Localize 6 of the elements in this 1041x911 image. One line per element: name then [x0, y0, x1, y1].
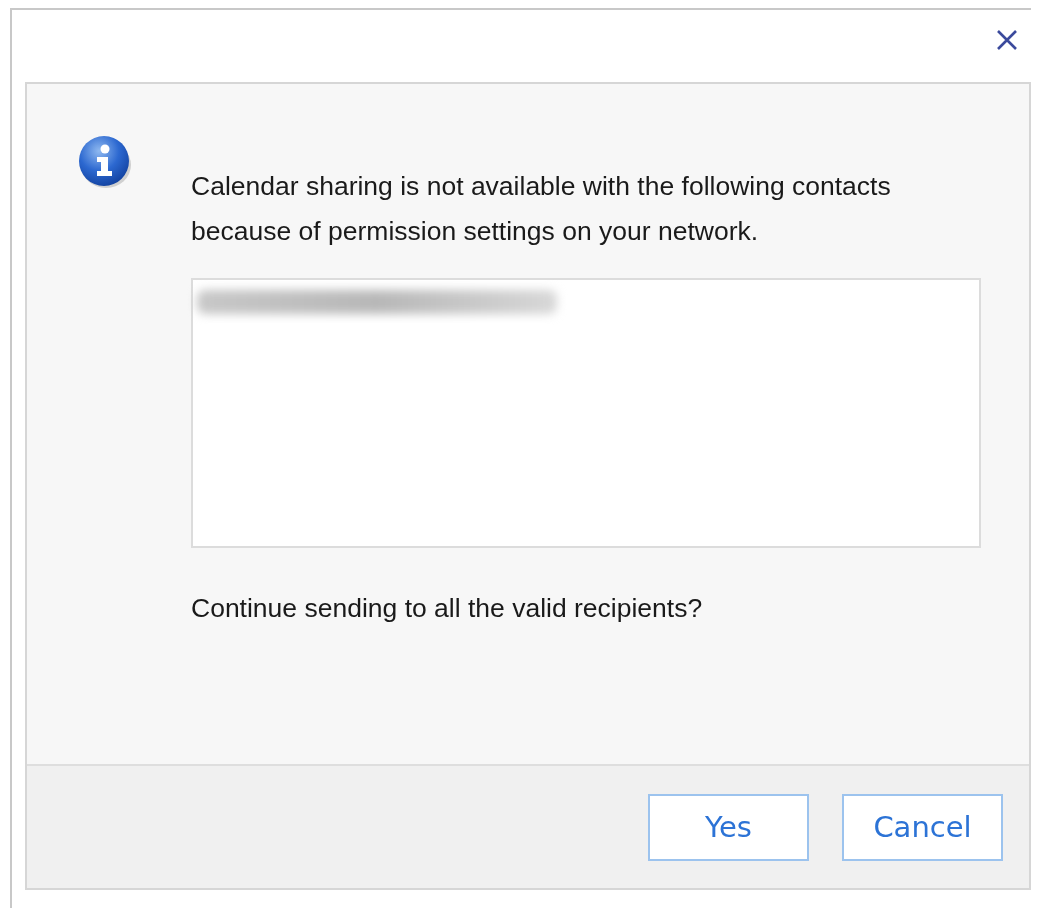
dialog-button[interactable]: Yes: [648, 793, 809, 861]
question-text: Continue sending to all the valid recipients?: [191, 592, 704, 625]
message-text: Calendar sharing is not available with the following contacts because of permission settings on your network.: [191, 170, 892, 248]
dialog-button[interactable]: Cancel: [842, 793, 1003, 861]
close-icon[interactable]: [995, 28, 1019, 52]
info-icon: [77, 134, 133, 190]
